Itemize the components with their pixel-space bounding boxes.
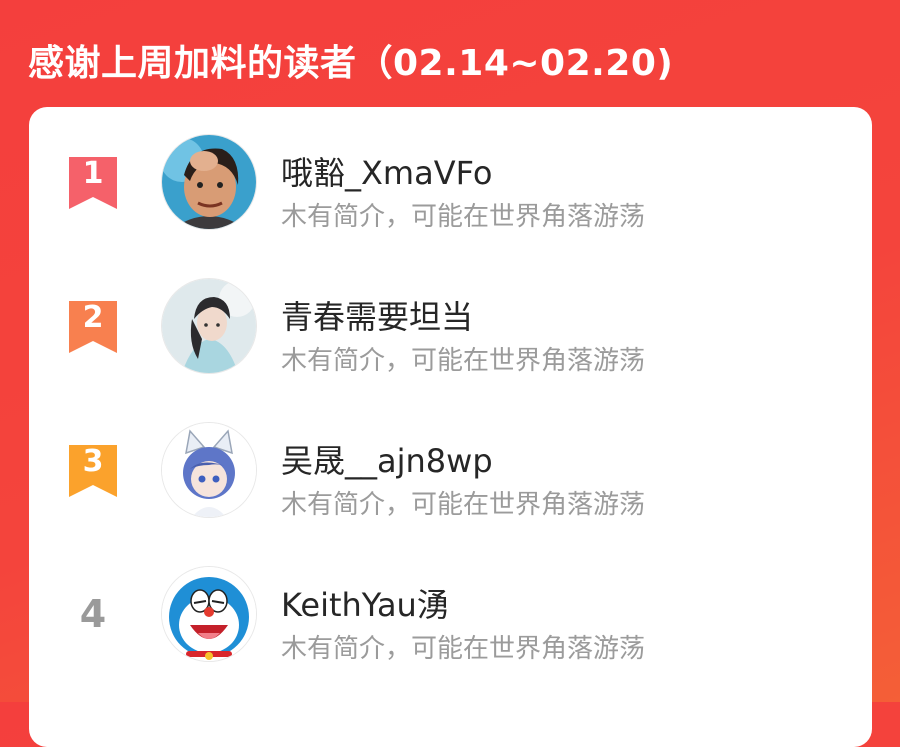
reader-row-3[interactable]: 3 吴晟__ajn8wp 木有简介，可能在世界角落游荡 bbox=[29, 420, 872, 540]
reader-row-1[interactable]: 1 哦豁_XmaVFo 木有简介，可能在世界角落游荡 bbox=[29, 132, 872, 252]
reader-bio: 木有简介，可能在世界角落游荡 bbox=[281, 346, 646, 376]
reader-row-4[interactable]: 4 KeithYau湧 木有简介，可能在世界角落游荡 bbox=[29, 564, 872, 684]
reader-bio: 木有简介，可能在世界角落游荡 bbox=[281, 490, 646, 520]
rank-number: 4 bbox=[79, 592, 107, 636]
reader-avatar-4[interactable] bbox=[162, 567, 256, 661]
reader-bio: 木有简介，可能在世界角落游荡 bbox=[281, 202, 646, 232]
reader-avatar-2[interactable] bbox=[162, 279, 256, 373]
reader-bio: 木有简介，可能在世界角落游荡 bbox=[281, 634, 646, 664]
reader-name[interactable]: KeithYau湧 bbox=[281, 580, 449, 626]
rank-number: 2 bbox=[82, 300, 104, 335]
readers-card: 1 哦豁_XmaVFo 木有简介，可能在世界角落游荡 2 青春需要坦当 木有简介… bbox=[29, 107, 872, 747]
reader-name[interactable]: 吴晟__ajn8wp bbox=[281, 436, 493, 482]
reader-avatar-3[interactable] bbox=[162, 423, 256, 517]
reader-name[interactable]: 青春需要坦当 bbox=[281, 292, 473, 338]
rank-number: 1 bbox=[82, 156, 104, 191]
reader-row-2[interactable]: 2 青春需要坦当 木有简介，可能在世界角落游荡 bbox=[29, 276, 872, 396]
reader-avatar-1[interactable] bbox=[162, 135, 256, 229]
rank-2-badge-icon: 2 bbox=[69, 301, 117, 353]
rank-1-badge-icon: 1 bbox=[69, 157, 117, 209]
page-title: 感谢上周加料的读者（02.14~02.20) bbox=[28, 43, 674, 84]
rank-3-badge-icon: 3 bbox=[69, 445, 117, 497]
reader-name[interactable]: 哦豁_XmaVFo bbox=[281, 148, 492, 194]
rank-number: 3 bbox=[82, 444, 104, 479]
